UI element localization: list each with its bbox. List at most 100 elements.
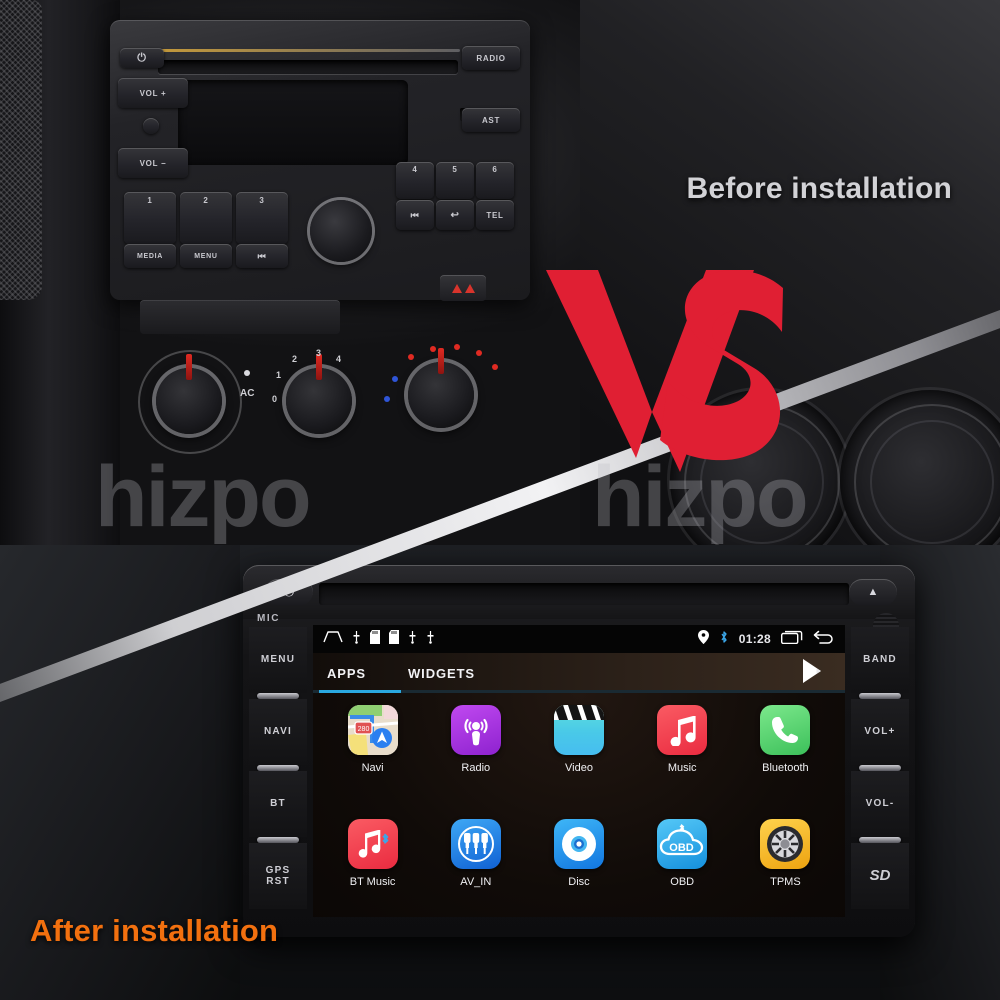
radio-button[interactable]: RADIO — [462, 46, 520, 70]
preset-5-button[interactable]: 5 — [436, 162, 474, 199]
app-label: Radio — [461, 762, 491, 774]
before-label: Before installation — [686, 172, 952, 205]
mic-label: MIC — [257, 613, 281, 624]
navi-button[interactable]: NAVI — [249, 699, 307, 765]
watermark: hizpo — [95, 449, 311, 545]
app-video[interactable]: Video — [527, 705, 630, 815]
volume-up-button[interactable]: VOL + — [118, 78, 188, 108]
climate-control-panel: AC 0 1 2 3 4 — [120, 340, 520, 465]
tab-widgets[interactable]: WIDGETS — [408, 666, 475, 681]
hazard-triangle-icon — [451, 283, 462, 293]
cd-slot-highlight — [160, 49, 460, 52]
obd-cloud-icon: OBD — [657, 819, 708, 869]
temperature-knob[interactable] — [408, 348, 474, 428]
ast-button[interactable]: AST — [462, 108, 520, 132]
tab-apps[interactable]: APPS — [327, 666, 366, 681]
sd-card-icon — [370, 629, 380, 649]
knob-pointer — [186, 354, 192, 380]
app-label: OBD — [670, 876, 695, 888]
usb-icon — [426, 630, 435, 649]
bt-button[interactable]: BT — [249, 771, 307, 837]
comparison-image: ⏻ VOL + VOL − RADIO AST 1 2 3 MEDIA MENU… — [0, 0, 1000, 1000]
after-label: After installation — [30, 913, 279, 948]
sd-card-slot[interactable]: SD — [851, 843, 909, 909]
menu-button[interactable]: MENU — [180, 244, 232, 268]
usb-icon — [352, 630, 361, 649]
svg-text:OBD: OBD — [669, 842, 694, 854]
fan-pos-4: 4 — [336, 354, 342, 364]
clapperboard-icon — [553, 705, 604, 755]
factory-radio-display — [178, 80, 408, 165]
tel-button[interactable]: TEL — [476, 200, 514, 230]
volume-down-button[interactable]: VOL- — [851, 771, 909, 837]
app-disc[interactable]: Disc — [527, 819, 630, 917]
home-icon[interactable] — [323, 630, 343, 648]
fan-pos-1: 1 — [276, 370, 282, 380]
volume-down-button[interactable]: VOL − — [118, 148, 188, 178]
app-label: AV_IN — [460, 876, 492, 888]
recents-icon[interactable] — [780, 630, 803, 649]
gps-rst-button[interactable]: GPS RST — [249, 843, 307, 909]
touchscreen-display[interactable]: 01:28 APPS WIDGETS 280 Navi Radio Video … — [313, 625, 845, 917]
preset-2-button[interactable]: 2 — [180, 192, 232, 244]
fan-pos-3: 3 — [316, 348, 322, 358]
sd-card-icon — [389, 629, 399, 649]
app-tpms[interactable]: TPMS — [734, 819, 837, 917]
hazard-light-button[interactable] — [440, 275, 486, 301]
preset-4-button[interactable]: 4 — [396, 162, 434, 199]
android-head-unit: ⏻ ▲ MIC MENU NAVI BT GPS RST BAND V — [243, 565, 915, 937]
vs-logo — [540, 262, 790, 487]
usb-icon — [408, 630, 417, 649]
mute-button[interactable] — [143, 118, 159, 134]
knob-pointer — [438, 348, 444, 374]
app-radio[interactable]: Radio — [424, 705, 527, 815]
menu-button[interactable]: MENU — [249, 627, 307, 693]
app-grid: 280 Navi Radio Video Music Bluetooth BT … — [313, 693, 845, 917]
air-direction-knob[interactable] — [156, 354, 222, 434]
track-next-button[interactable]: ⏮ — [236, 244, 288, 268]
clock: 01:28 — [738, 632, 771, 646]
cd-slot — [319, 583, 849, 605]
phone-icon — [760, 705, 811, 755]
ac-label: AC — [240, 388, 255, 399]
podcast-icon — [450, 705, 501, 755]
power-button[interactable]: ⏻ — [120, 48, 164, 68]
band-button[interactable]: BAND — [851, 627, 909, 693]
back-icon[interactable] — [813, 630, 835, 649]
music-note-icon — [657, 705, 708, 755]
disc-icon — [553, 819, 604, 869]
app-obd[interactable]: OBD OBD — [631, 819, 734, 917]
rotary-knob[interactable] — [310, 200, 372, 262]
app-bluetooth[interactable]: Bluetooth — [734, 705, 837, 815]
app-label: Music — [667, 762, 697, 774]
app-bt-music[interactable]: BT Music — [321, 819, 424, 917]
preset-3-button[interactable]: 3 — [236, 192, 288, 244]
eject-button[interactable]: ▲ — [849, 579, 897, 605]
speaker-grille — [0, 0, 42, 300]
back-button[interactable]: ↩ — [436, 200, 474, 230]
blank-switch-panel — [140, 300, 340, 334]
left-button-column: MENU NAVI BT GPS RST — [249, 627, 307, 927]
app-label: Video — [565, 762, 593, 774]
preset-1-button[interactable]: 1 — [124, 192, 176, 244]
factory-radio: ⏻ VOL + VOL − RADIO AST 1 2 3 MEDIA MENU… — [110, 20, 530, 300]
launcher-tab-bar: APPS WIDGETS — [313, 653, 845, 693]
play-store-icon[interactable] — [797, 656, 827, 691]
app-music[interactable]: Music — [631, 705, 734, 815]
app-label: Bluetooth — [762, 762, 809, 774]
preset-6-button[interactable]: 6 — [476, 162, 514, 199]
fan-speed-knob[interactable] — [286, 354, 352, 434]
bluetooth-icon — [719, 630, 729, 649]
app-av-in[interactable]: AV_IN — [424, 819, 527, 917]
track-prev-button[interactable]: ⏮ — [396, 200, 434, 230]
fan-pos-2: 2 — [292, 354, 298, 364]
hazard-triangle-icon — [464, 283, 475, 293]
location-pin-icon — [697, 629, 709, 649]
cd-slot — [158, 60, 458, 74]
app-navi[interactable]: 280 Navi — [321, 705, 424, 815]
app-label: BT Music — [349, 876, 396, 888]
media-button[interactable]: MEDIA — [124, 244, 176, 268]
app-label: Disc — [568, 876, 590, 888]
app-label: Navi — [361, 762, 384, 774]
volume-up-button[interactable]: VOL+ — [851, 699, 909, 765]
